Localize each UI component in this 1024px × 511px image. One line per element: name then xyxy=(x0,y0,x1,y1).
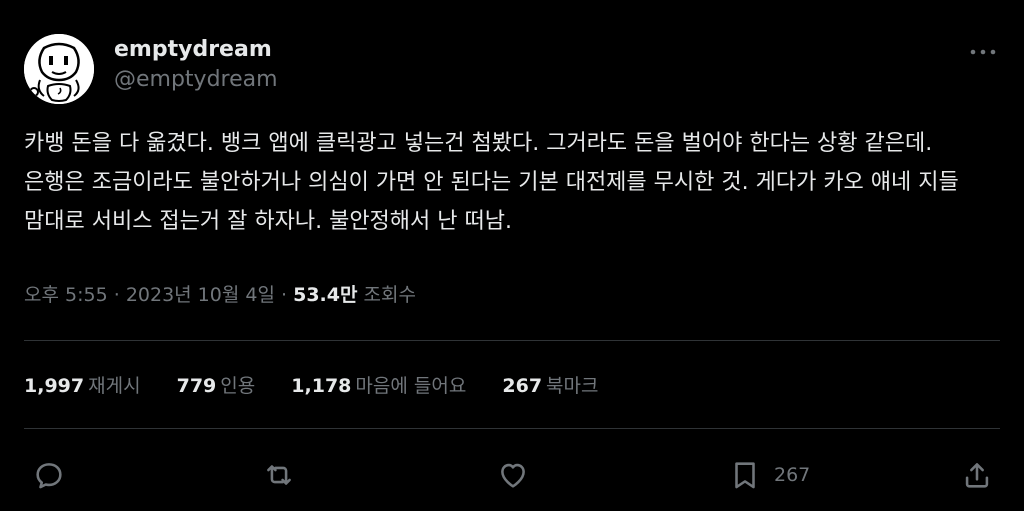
avatar-doodle-icon xyxy=(24,34,94,104)
engagement-stats: 1,997 재게시 779 인용 1,178 마음에 들어요 267 북마크 xyxy=(24,372,629,400)
bookmarks-label: 북마크 xyxy=(546,375,599,397)
tweet-text: 카뱅 돈을 다 옮겼다. 뱅크 앱에 클릭광고 넣는건 첨봤다. 그거라도 돈을… xyxy=(24,131,959,234)
retweets-count: 1,997 xyxy=(24,375,85,397)
retweet-button[interactable] xyxy=(262,455,296,495)
likes-count: 1,178 xyxy=(291,375,352,397)
divider xyxy=(24,340,1000,341)
tweet-detail: emptydream @emptydream 카뱅 돈을 다 옮겼다. 뱅크 앱… xyxy=(0,0,1024,511)
display-name[interactable]: emptydream xyxy=(114,36,278,64)
avatar[interactable] xyxy=(24,34,94,104)
views-count: 53.4만 xyxy=(293,284,358,306)
divider xyxy=(24,428,1000,429)
stat-retweets[interactable]: 1,997 재게시 xyxy=(24,372,141,400)
retweets-label: 재게시 xyxy=(88,375,141,397)
like-button[interactable] xyxy=(496,455,530,495)
quotes-count: 779 xyxy=(176,375,217,397)
user-handle[interactable]: @emptydream xyxy=(114,64,278,96)
tweet-meta: 오후 5:55 · 2023년 10월 4일 · 53.4만 조회수 xyxy=(24,281,416,309)
stat-bookmarks[interactable]: 267 북마크 xyxy=(502,372,598,400)
reply-icon xyxy=(36,463,62,489)
share-button[interactable] xyxy=(960,455,994,495)
retweet-icon xyxy=(267,465,291,485)
more-options-button[interactable] xyxy=(966,38,1000,66)
reply-button[interactable] xyxy=(32,455,66,495)
bookmark-button[interactable]: 267 xyxy=(728,455,810,495)
tweet-header: emptydream @emptydream xyxy=(24,34,1000,104)
stat-likes[interactable]: 1,178 마음에 들어요 xyxy=(291,372,466,400)
share-icon xyxy=(965,463,989,488)
bookmarks-count: 267 xyxy=(502,375,543,397)
views-label: 조회수 xyxy=(363,284,416,306)
more-horizontal-icon xyxy=(970,49,996,55)
author-block: emptydream @emptydream xyxy=(114,36,278,96)
tweet-date[interactable]: 2023년 10월 4일 xyxy=(126,284,275,306)
stat-quotes[interactable]: 779 인용 xyxy=(177,372,256,400)
heart-icon xyxy=(501,463,525,488)
tweet-time[interactable]: 오후 5:55 xyxy=(24,284,108,306)
meta-separator: · xyxy=(113,284,126,306)
quotes-label: 인용 xyxy=(220,375,256,397)
bookmark-count: 267 xyxy=(774,464,811,486)
action-bar: 267 xyxy=(24,455,1000,495)
meta-separator: · xyxy=(281,284,294,306)
bookmark-icon xyxy=(735,462,755,489)
likes-label: 마음에 들어요 xyxy=(355,375,467,397)
